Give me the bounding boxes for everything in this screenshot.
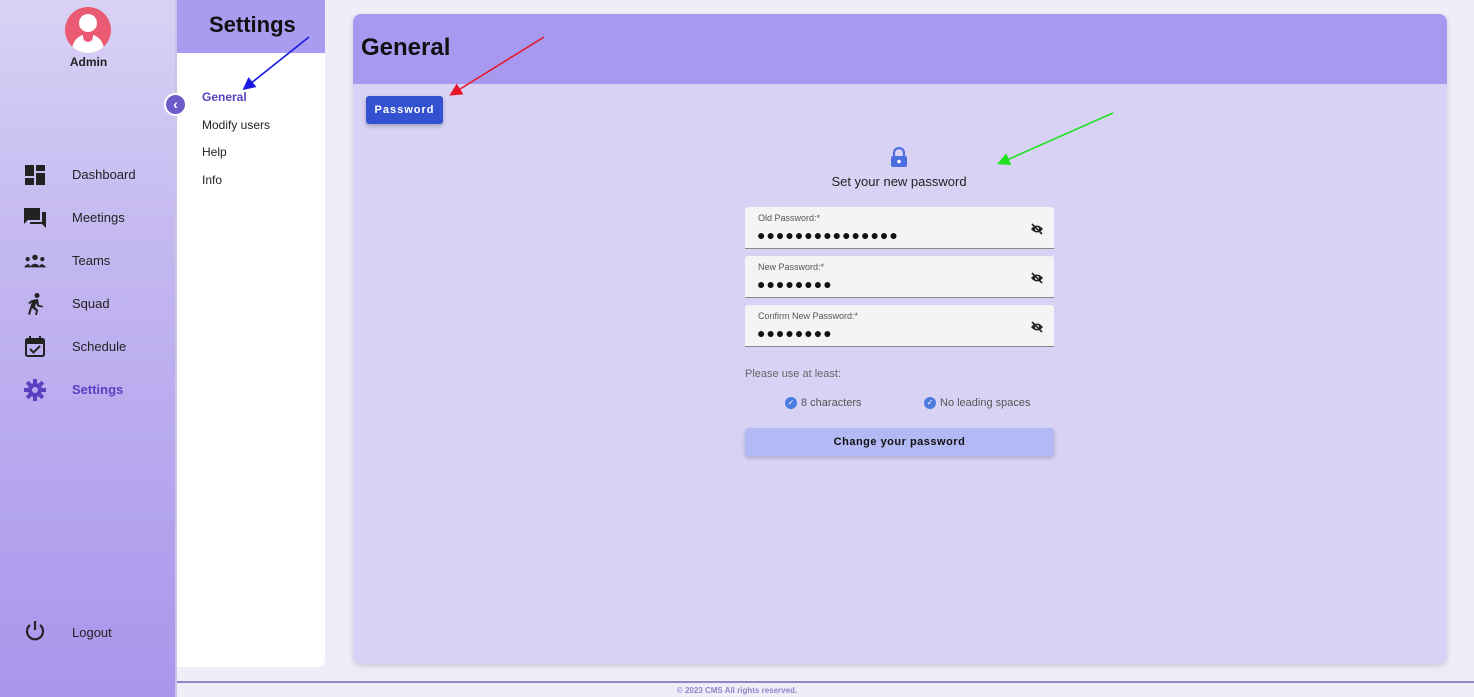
confirm-password-label: Confirm New Password:*: [758, 311, 859, 321]
logout-label: Logout: [72, 625, 112, 640]
settings-panel: Settings General Modify users Help Info: [177, 0, 325, 667]
sidebar-item-label: Teams: [72, 253, 111, 268]
requirement-length: ✓ 8 characters: [785, 397, 862, 409]
user-avatar-icon[interactable]: [65, 7, 111, 53]
groups-icon: [24, 250, 46, 272]
old-password-label: Old Password:*: [758, 213, 821, 223]
confirm-password-field[interactable]: Confirm New Password:* ●●●●●●●●: [745, 305, 1054, 347]
power-icon: [24, 620, 46, 642]
tab-password[interactable]: Password: [366, 96, 443, 124]
settings-panel-header: Settings: [177, 0, 325, 53]
new-password-value: ●●●●●●●●: [757, 276, 833, 292]
user-name: Admin: [69, 55, 108, 69]
old-password-field[interactable]: Old Password:* ●●●●●●●●●●●●●●●: [745, 207, 1054, 249]
sidebar-item-teams[interactable]: Teams: [0, 239, 177, 282]
sidebar-item-label: Squad: [72, 296, 110, 311]
sidebar-item-label: Meetings: [72, 210, 125, 225]
footer-copyright: © 2023 CMS All rights reserved.: [676, 686, 798, 695]
sidebar-collapse-button[interactable]: ‹: [164, 93, 187, 116]
page-title: General: [361, 34, 451, 61]
password-hint: Please use at least:: [745, 368, 842, 380]
forum-icon: [24, 207, 46, 229]
sidebar: Admin Dashboard Meetings Teams Squad Sch…: [0, 0, 177, 697]
check-circle-icon: ✓: [785, 397, 797, 409]
settings-link-info[interactable]: Info: [202, 173, 222, 187]
requirement-label: 8 characters: [801, 397, 862, 409]
sidebar-item-label: Schedule: [72, 339, 127, 354]
sidebar-item-meetings[interactable]: Meetings: [0, 196, 177, 239]
settings-link-help[interactable]: Help: [202, 145, 227, 159]
requirement-spaces: ✓ No leading spaces: [924, 397, 1031, 409]
footer-divider: [177, 681, 1474, 683]
eye-off-icon[interactable]: [1030, 320, 1044, 333]
dashboard-icon: [24, 164, 46, 186]
sidebar-nav: Dashboard Meetings Teams Squad Schedule: [0, 153, 177, 411]
sidebar-item-schedule[interactable]: Schedule: [0, 325, 177, 368]
check-circle-icon: ✓: [924, 397, 936, 409]
settings-link-modify-users[interactable]: Modify users: [202, 118, 270, 132]
new-password-label: New Password:*: [758, 262, 825, 272]
sidebar-item-label: Dashboard: [72, 167, 136, 182]
gear-icon: [24, 378, 46, 401]
running-person-icon: [24, 292, 46, 315]
general-settings-card: General Password Set your new password O…: [353, 14, 1447, 664]
sidebar-item-settings[interactable]: Settings: [0, 368, 177, 411]
card-header: General: [353, 14, 1447, 84]
change-password-button[interactable]: Change your password: [745, 428, 1054, 456]
sidebar-item-squad[interactable]: Squad: [0, 282, 177, 325]
sidebar-item-dashboard[interactable]: Dashboard: [0, 153, 177, 196]
settings-panel-title: Settings: [209, 12, 296, 37]
eye-off-icon[interactable]: [1030, 271, 1044, 284]
logout-button[interactable]: Logout: [0, 610, 177, 653]
eye-off-icon[interactable]: [1030, 222, 1044, 235]
requirement-label: No leading spaces: [940, 397, 1031, 409]
form-title: Set your new password: [831, 174, 967, 189]
calendar-check-icon: [24, 336, 46, 358]
confirm-password-value: ●●●●●●●●: [757, 325, 833, 341]
old-password-value: ●●●●●●●●●●●●●●●: [757, 227, 899, 243]
new-password-field[interactable]: New Password:* ●●●●●●●●: [745, 256, 1054, 298]
lock-icon: [890, 146, 908, 167]
sidebar-item-label: Settings: [72, 382, 124, 397]
settings-link-general[interactable]: General: [202, 90, 247, 104]
